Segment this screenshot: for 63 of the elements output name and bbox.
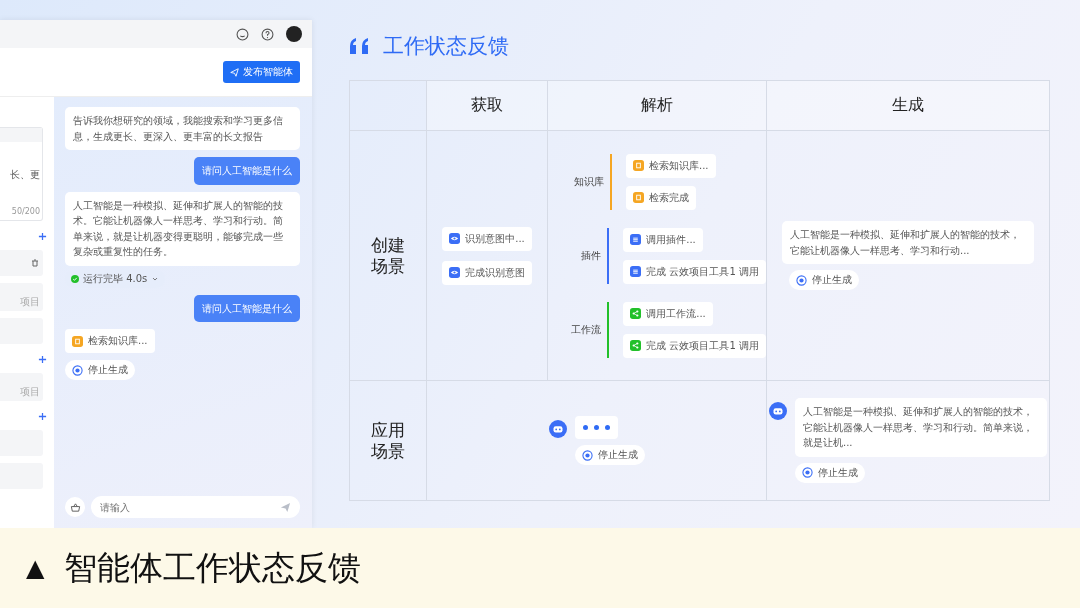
share-icon <box>630 308 642 319</box>
item-label: 项目 <box>20 385 40 399</box>
add-icon[interactable] <box>38 355 47 364</box>
document-icon <box>633 192 644 203</box>
intent-step: 识别意图中... <box>442 226 532 251</box>
stop-button[interactable]: 停止生成 <box>65 360 135 380</box>
publish-button[interactable]: 发布智能体 <box>223 61 300 83</box>
row-header: 应用场景 <box>371 420 405 461</box>
send-icon <box>230 67 239 77</box>
parse-step: 调用插件... <box>623 227 703 252</box>
bot-message: 告诉我你想研究的领域，我能搜索和学习更多信息，生成更长、更深入、更丰富的长文报告 <box>65 107 300 150</box>
message-input[interactable]: 请输入 <box>91 496 300 518</box>
add-icon[interactable] <box>38 232 47 241</box>
stop-icon <box>581 449 593 461</box>
section-title: 工作状态反馈 <box>383 33 509 60</box>
column-header: 获取 <box>427 81 548 131</box>
bot-message: 人工智能是一种模拟、延伸和扩展人的智能的技术。它能让机器像人一样思考、学习和行动。简单来说，就是让机器变得更聪明，能够完成一些复杂或重复性的任务。 <box>65 191 300 266</box>
smiley-icon[interactable] <box>236 27 249 41</box>
basket-icon <box>69 501 81 513</box>
row-header: 创建场景 <box>371 235 405 276</box>
eye-icon <box>449 267 460 278</box>
user-message: 请问人工智能是什么 <box>194 157 300 185</box>
quote-icon <box>349 37 371 55</box>
caption: 智能体工作状态反馈 <box>64 546 362 589</box>
document-icon <box>633 160 644 171</box>
robot-icon <box>548 420 567 438</box>
eye-icon <box>449 233 461 244</box>
stop-button[interactable]: 停止生成 <box>795 462 865 483</box>
stack-icon <box>630 234 642 245</box>
triangle-icon: ▲ <box>26 554 45 582</box>
generated-message: 人工智能是一种模拟、延伸和扩展人的智能的技术，它能让机器像人一样思考、学习和行动。简单来说，就是让机... <box>795 398 1047 457</box>
generated-message: 人工智能是一种模拟、延伸和扩展人的智能的技术，它能让机器像人一样思考、学习和行动... <box>782 221 1034 264</box>
share-icon <box>630 340 642 351</box>
intent-step: 完成识别意图 <box>442 260 532 285</box>
stop-button[interactable]: 停止生成 <box>789 270 859 290</box>
char-counter: 50/200 <box>11 207 41 216</box>
trash-icon[interactable] <box>30 258 40 268</box>
parse-step: 检索知识库... <box>626 153 716 178</box>
stack-icon <box>630 266 642 277</box>
avatar[interactable] <box>286 26 302 42</box>
column-header: 解析 <box>548 81 767 131</box>
prompt-text: 长、更 <box>10 167 41 182</box>
item-label: 项目 <box>20 295 40 309</box>
stop-icon <box>802 467 813 479</box>
parse-step: 检索完成 <box>626 185 696 210</box>
group-label: 插件 <box>580 248 602 263</box>
group-label: 工作流 <box>570 322 602 337</box>
parse-step: 完成 云效项目工具1 调用 <box>623 259 766 284</box>
stop-icon <box>72 364 83 376</box>
basket-button[interactable] <box>65 497 85 517</box>
check-icon <box>71 274 79 283</box>
help-icon[interactable] <box>261 27 274 41</box>
parse-step: 调用工作流... <box>623 301 713 326</box>
stop-icon <box>796 274 807 286</box>
stop-button[interactable]: 停止生成 <box>574 445 645 465</box>
tool-step: 检索知识库... <box>65 329 155 353</box>
robot-icon <box>769 402 787 421</box>
column-header: 生成 <box>767 81 1050 131</box>
typing-indicator <box>574 416 618 439</box>
group-label: 知识库 <box>573 174 604 189</box>
user-message: 请问人工智能是什么 <box>194 294 300 322</box>
parse-step: 完成 云效项目工具1 调用 <box>623 333 766 358</box>
add-icon[interactable] <box>38 412 47 421</box>
